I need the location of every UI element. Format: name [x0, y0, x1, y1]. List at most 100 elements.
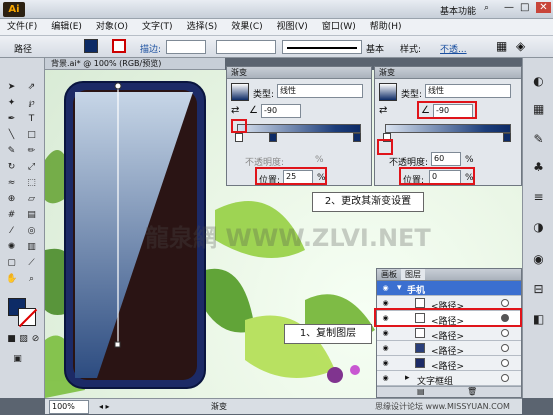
angle-field[interactable]: -90 — [261, 104, 301, 118]
gradient-mode-icon[interactable]: ▨ — [18, 334, 29, 345]
stroke-swatch[interactable] — [112, 39, 126, 53]
align-icon[interactable]: ⊟ — [533, 283, 544, 295]
expand-icon[interactable]: ▾ — [397, 283, 402, 293]
gradient-preview[interactable] — [379, 83, 397, 101]
target-icon[interactable] — [501, 299, 509, 307]
visibility-icon[interactable]: ◉ — [381, 299, 390, 307]
visibility-icon[interactable]: ◉ — [381, 359, 390, 367]
shape-builder-icon[interactable]: ⊕ — [6, 194, 17, 205]
type-select[interactable]: 线性 — [425, 84, 511, 98]
slice-tool-icon[interactable]: ⟋ — [26, 258, 37, 269]
brush-field[interactable] — [282, 40, 362, 54]
gradient-stop-end[interactable] — [503, 133, 511, 142]
graph-tool-icon[interactable]: ▥ — [26, 242, 37, 253]
swatches-icon[interactable]: ▦ — [533, 103, 544, 115]
selection-tool-icon[interactable]: ➤ — [6, 82, 17, 93]
menu-effect[interactable]: 效果(C) — [224, 19, 269, 36]
gradient-stop-white[interactable] — [235, 133, 243, 142]
tab-artboards[interactable]: 画板 — [381, 269, 397, 280]
target-icon[interactable] — [501, 329, 509, 337]
eyedropper-icon[interactable]: ⁄ — [6, 226, 17, 237]
type-tool-icon[interactable]: T — [26, 114, 37, 125]
pen-tool-icon[interactable]: ✒ — [6, 114, 17, 125]
scale-tool-icon[interactable]: ⤢ — [26, 162, 37, 173]
stroke-label[interactable]: 描边: — [140, 42, 161, 55]
magic-wand-icon[interactable]: ✦ — [6, 98, 17, 109]
brushes-icon[interactable]: ✎ — [533, 133, 544, 145]
gradient-tool-icon[interactable]: ▤ — [26, 210, 37, 221]
stroke-color-box[interactable] — [18, 308, 38, 328]
gradient-slider[interactable] — [237, 124, 361, 133]
visibility-icon[interactable]: ◉ — [381, 284, 390, 292]
minimize-button[interactable]: — — [504, 2, 514, 13]
workspace-switcher[interactable]: 基本功能 — [440, 4, 476, 17]
free-transform-icon[interactable]: ⬚ — [26, 178, 37, 189]
screen-mode-icon[interactable]: ▣ — [12, 354, 23, 365]
delete-layer-icon[interactable]: 🗑 — [467, 387, 477, 396]
opacity-field[interactable]: 60 — [431, 152, 461, 166]
gradient-stop-end[interactable] — [353, 133, 361, 142]
tab-layers[interactable]: 图层 — [401, 269, 425, 280]
rectangle-tool-icon[interactable]: □ — [26, 130, 37, 141]
menu-select[interactable]: 选择(S) — [180, 19, 225, 36]
color-panel-icon[interactable]: ◐ — [533, 75, 544, 87]
brush-tool-icon[interactable]: ✎ — [6, 146, 17, 157]
symbol-sprayer-icon[interactable]: ✺ — [6, 242, 17, 253]
appearance-icon[interactable]: ◉ — [533, 253, 544, 265]
blend-tool-icon[interactable]: ◎ — [26, 226, 37, 237]
visibility-icon[interactable]: ◉ — [381, 374, 390, 382]
target-icon[interactable] — [501, 359, 509, 367]
symbols-icon[interactable]: ♣ — [533, 161, 544, 173]
search-icon[interactable]: ⌕ — [484, 3, 489, 13]
zoom-tool-icon[interactable]: ⌕ — [26, 274, 37, 285]
perspective-grid-icon[interactable]: ▱ — [26, 194, 37, 205]
page-nav-icon[interactable]: ◂ ▸ — [99, 399, 110, 415]
menu-type[interactable]: 文字(T) — [135, 19, 180, 36]
pencil-tool-icon[interactable]: ✏ — [26, 146, 37, 157]
none-mode-icon[interactable]: ⊘ — [30, 334, 41, 345]
line-tool-icon[interactable]: ╲ — [6, 130, 17, 141]
layer-row[interactable]: ◉ <路径> — [377, 341, 521, 357]
opacity-link[interactable]: 不透... — [440, 42, 467, 55]
lasso-icon[interactable]: ℘ — [26, 98, 37, 109]
reverse-gradient-icon[interactable]: ⇄ — [379, 105, 387, 116]
gradient-slider[interactable] — [385, 124, 511, 133]
artboard-tool-icon[interactable]: ▢ — [6, 258, 17, 269]
color-mode-icon[interactable]: ■ — [6, 334, 17, 345]
gradient-preview[interactable] — [231, 83, 249, 101]
layer-group-row[interactable]: ◉ ▾ 手机 — [377, 281, 521, 296]
arrange-icon[interactable]: ▦ — [496, 39, 507, 53]
expand-icon[interactable]: ▸ — [405, 373, 410, 383]
mesh-tool-icon[interactable]: # — [6, 210, 17, 221]
layer-row[interactable]: ◉ ▸ 文字框组 — [377, 371, 521, 387]
target-icon[interactable] — [501, 374, 509, 382]
variable-width-field[interactable] — [216, 40, 276, 54]
stroke-panel-icon[interactable]: ≡ — [533, 191, 544, 203]
type-select[interactable]: 线性 — [277, 84, 363, 98]
reverse-gradient-icon[interactable]: ⇄ — [231, 105, 239, 116]
stroke-weight-field[interactable] — [166, 40, 206, 54]
close-button[interactable]: ✕ — [536, 2, 551, 13]
menu-view[interactable]: 视图(V) — [270, 19, 315, 36]
target-icon[interactable] — [501, 344, 509, 352]
layer-row[interactable]: ◉ <路径> — [377, 326, 521, 342]
menu-edit[interactable]: 编辑(E) — [44, 19, 89, 36]
menu-help[interactable]: 帮助(H) — [363, 19, 409, 36]
zoom-field[interactable]: 100% — [49, 400, 89, 414]
new-layer-icon[interactable]: ▤ — [417, 387, 425, 396]
fill-swatch[interactable] — [84, 39, 98, 53]
layers-panel-icon[interactable]: ◧ — [533, 313, 544, 325]
visibility-icon[interactable]: ◉ — [381, 344, 390, 352]
warp-tool-icon[interactable]: ≈ — [6, 178, 17, 189]
rotate-tool-icon[interactable]: ↻ — [6, 162, 17, 173]
menu-window[interactable]: 窗口(W) — [315, 19, 363, 36]
options-icon[interactable]: ◈ — [516, 39, 525, 53]
hand-tool-icon[interactable]: ✋ — [6, 274, 17, 285]
direct-select-icon[interactable]: ⇗ — [26, 82, 37, 93]
visibility-icon[interactable]: ◉ — [381, 329, 390, 337]
gradient-stop-selected[interactable] — [269, 133, 277, 142]
menu-file[interactable]: 文件(F) — [0, 19, 44, 36]
transparency-icon[interactable]: ◑ — [533, 221, 544, 233]
menu-object[interactable]: 对象(O) — [89, 19, 135, 36]
document-tab[interactable]: 背景.ai* @ 100% (RGB/预览) — [45, 58, 225, 70]
